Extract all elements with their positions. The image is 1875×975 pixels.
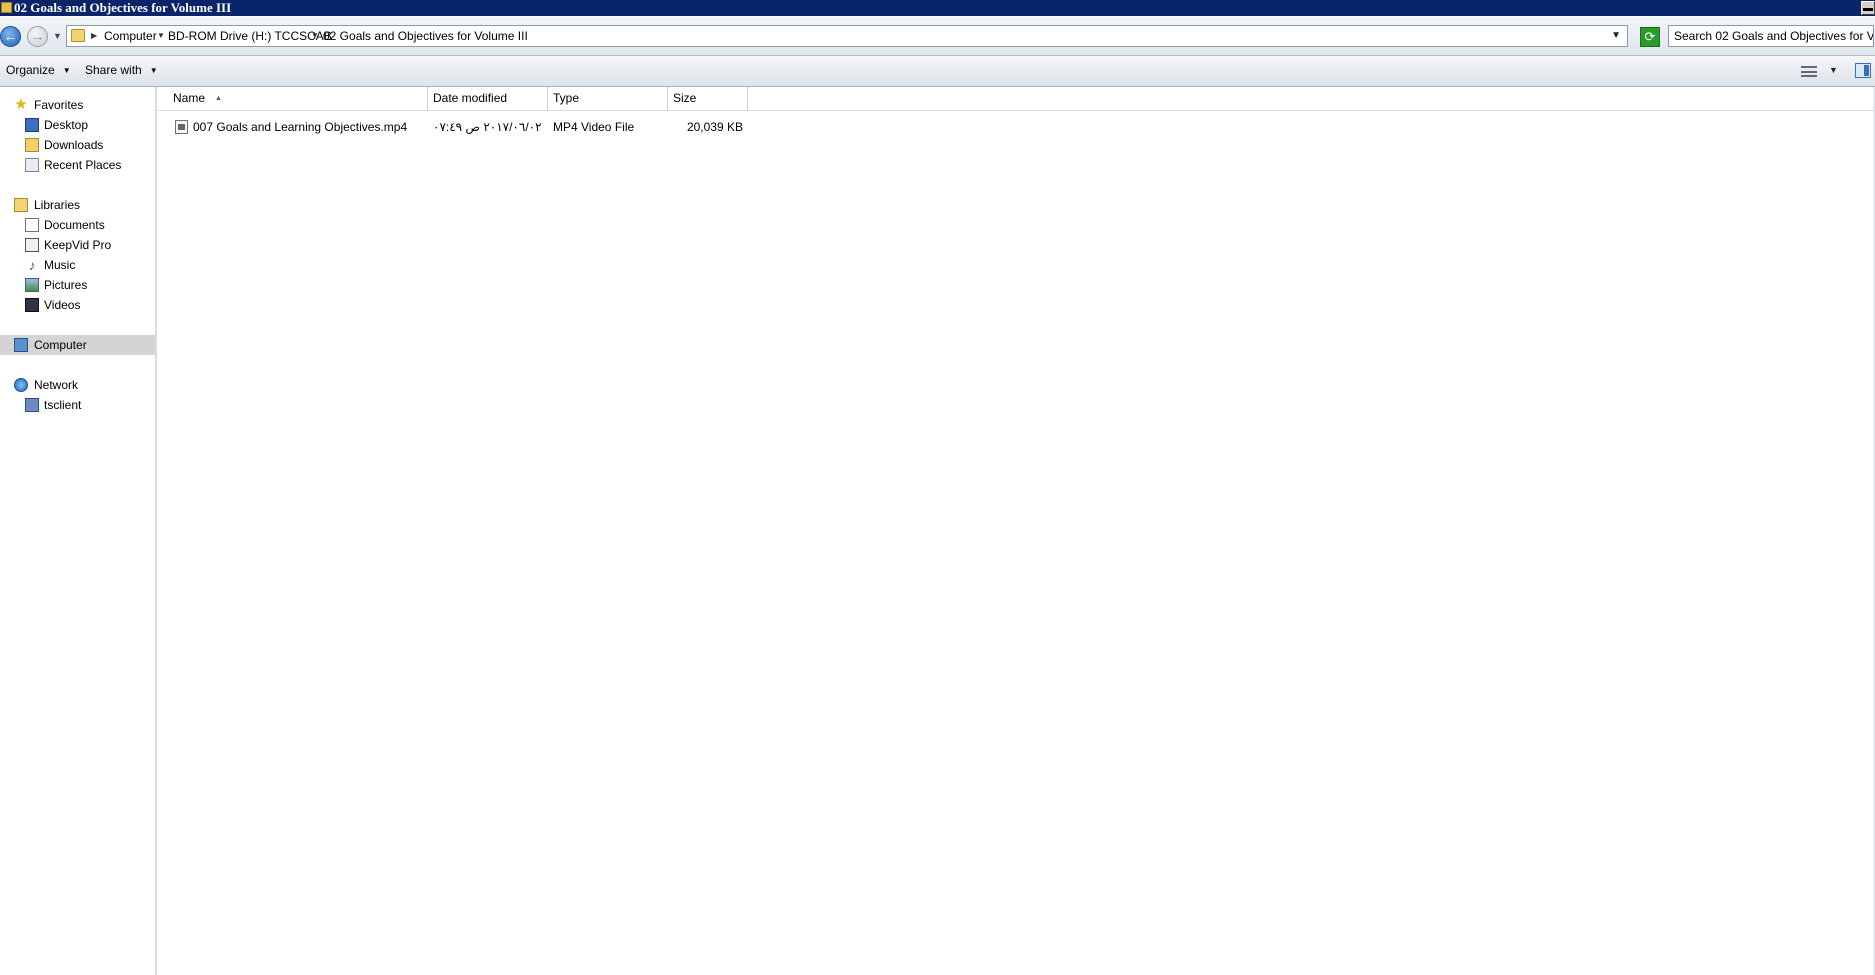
nav-libraries[interactable]: Libraries: [0, 195, 155, 215]
network-icon: [14, 378, 28, 392]
arrow-right-icon: →: [30, 28, 45, 44]
address-history-dropdown[interactable]: ▼: [1611, 28, 1621, 44]
nav-libraries-label: Libraries: [34, 198, 81, 212]
nav-favorites-label: Favorites: [34, 98, 84, 112]
nav-item-documents[interactable]: Documents: [0, 215, 155, 235]
nav-network[interactable]: Network: [0, 375, 155, 395]
nav-item-label: Videos: [44, 298, 81, 312]
nav-item-videos[interactable]: Videos: [0, 295, 155, 315]
nav-favorites[interactable]: ★ Favorites: [0, 95, 155, 115]
folder-icon: [1, 2, 12, 13]
chevron-down-icon[interactable]: ▼: [157, 28, 165, 44]
chevron-down-icon: ▼: [62, 66, 71, 75]
downloads-icon: [25, 138, 39, 152]
column-header-size[interactable]: Size: [668, 87, 748, 110]
column-header-label: Date modified: [433, 91, 508, 105]
column-header-label: Type: [553, 91, 580, 105]
back-button[interactable]: ←: [0, 26, 21, 47]
documents-icon: [25, 218, 39, 232]
window-title: 02 Goals and Objectives for Volume III: [14, 0, 232, 15]
share-with-label: Share with: [85, 63, 142, 77]
command-bar: Organize ▼ Share with ▼ ▼: [0, 56, 1875, 87]
nav-item-pictures[interactable]: Pictures: [0, 275, 155, 295]
breadcrumb-computer[interactable]: Computer: [104, 28, 157, 44]
column-header-date-modified[interactable]: Date modified: [428, 87, 548, 110]
file-size: 20,039 KB: [686, 120, 743, 134]
breadcrumb-current-folder[interactable]: 02 Goals and Objectives for Volume III: [323, 28, 528, 44]
title-bar: 02 Goals and Objectives for Volume III ▬: [0, 0, 1875, 16]
nav-item-label: Desktop: [44, 118, 89, 132]
nav-item-label: Recent Places: [44, 158, 122, 172]
column-header-name[interactable]: Name ▲: [157, 87, 428, 110]
nav-item-tsclient[interactable]: tsclient: [0, 395, 155, 415]
nav-item-label: KeepVid Pro: [44, 238, 112, 252]
nav-item-recent-places[interactable]: Recent Places: [0, 155, 155, 175]
music-icon: ♪: [28, 257, 36, 273]
address-bar[interactable]: ▶ Computer ▼ BD-ROM Drive (H:) TCCSCAB ▼…: [66, 25, 1628, 47]
recent-places-icon: [25, 158, 39, 172]
column-header-label: Size: [673, 91, 697, 105]
search-input[interactable]: Search 02 Goals and Objectives for Vol..…: [1668, 25, 1874, 47]
forward-button[interactable]: →: [27, 26, 48, 47]
close-button[interactable]: ▬: [1861, 1, 1875, 15]
videos-icon: [25, 298, 39, 312]
file-list: Name ▲ Date modified Type Size 007 Goals …: [157, 87, 1875, 975]
organize-button[interactable]: Organize ▼: [6, 63, 71, 77]
nav-item-label: Pictures: [44, 278, 88, 292]
nav-item-label: Music: [44, 258, 76, 272]
chevron-right-icon[interactable]: ▶: [91, 28, 97, 44]
nav-item-desktop[interactable]: Desktop: [0, 115, 155, 135]
sort-ascending-icon: ▲: [215, 95, 222, 102]
chevron-down-icon[interactable]: ▼: [311, 28, 319, 44]
refresh-button[interactable]: ⟳: [1640, 27, 1660, 47]
share-with-button[interactable]: Share with ▼: [85, 63, 158, 77]
nav-item-label: tsclient: [44, 398, 82, 412]
computer-icon: [14, 338, 28, 352]
star-icon: ★: [14, 96, 28, 113]
column-headers: Name ▲ Date modified Type Size: [157, 87, 1875, 111]
breadcrumb-bd-rom-drive[interactable]: BD-ROM Drive (H:) TCCSCAB: [168, 28, 332, 44]
video-file-icon: [175, 120, 188, 134]
folder-icon: [71, 29, 85, 42]
nav-item-music[interactable]: ♪ Music: [0, 255, 155, 275]
file-type: MP4 Video File: [553, 120, 635, 134]
organize-label: Organize: [6, 63, 55, 77]
navigation-pane: ★ Favorites Desktop Downloads Recent Pla…: [0, 87, 157, 975]
view-options-dropdown[interactable]: ▼: [1829, 65, 1838, 75]
nav-item-label: Downloads: [44, 138, 104, 152]
preview-pane-icon[interactable]: [1855, 63, 1871, 78]
file-date-modified: ٢٠١٧/٠٦/٠٢ ص ٠٧:٤٩: [433, 120, 542, 134]
refresh-icon: ⟳: [1644, 29, 1656, 44]
nav-computer-label: Computer: [34, 338, 87, 352]
change-view-icon[interactable]: [1801, 66, 1817, 77]
file-name: 007 Goals and Learning Objectives.mp4: [193, 120, 408, 134]
pictures-icon: [25, 278, 39, 292]
libraries-icon: [14, 198, 28, 212]
address-bar-row: ← → ▼ ▶ Computer ▼ BD-ROM Drive (H:) TCC…: [0, 17, 1875, 56]
nav-computer[interactable]: Computer: [0, 335, 155, 355]
nav-item-label: Documents: [44, 218, 105, 232]
desktop-icon: [25, 118, 39, 132]
column-header-type[interactable]: Type: [548, 87, 668, 110]
nav-network-label: Network: [34, 378, 79, 392]
chevron-down-icon: ▼: [149, 66, 158, 75]
file-row[interactable]: 007 Goals and Learning Objectives.mp4 ٢٠…: [157, 117, 1875, 137]
recent-pages-dropdown[interactable]: ▼: [53, 31, 62, 41]
nav-item-downloads[interactable]: Downloads: [0, 135, 155, 155]
arrow-left-icon: ←: [3, 28, 18, 44]
tsclient-icon: [25, 398, 39, 412]
keepvid-icon: [25, 238, 39, 252]
nav-item-keepvid-pro[interactable]: KeepVid Pro: [0, 235, 155, 255]
column-header-label: Name: [173, 91, 206, 105]
